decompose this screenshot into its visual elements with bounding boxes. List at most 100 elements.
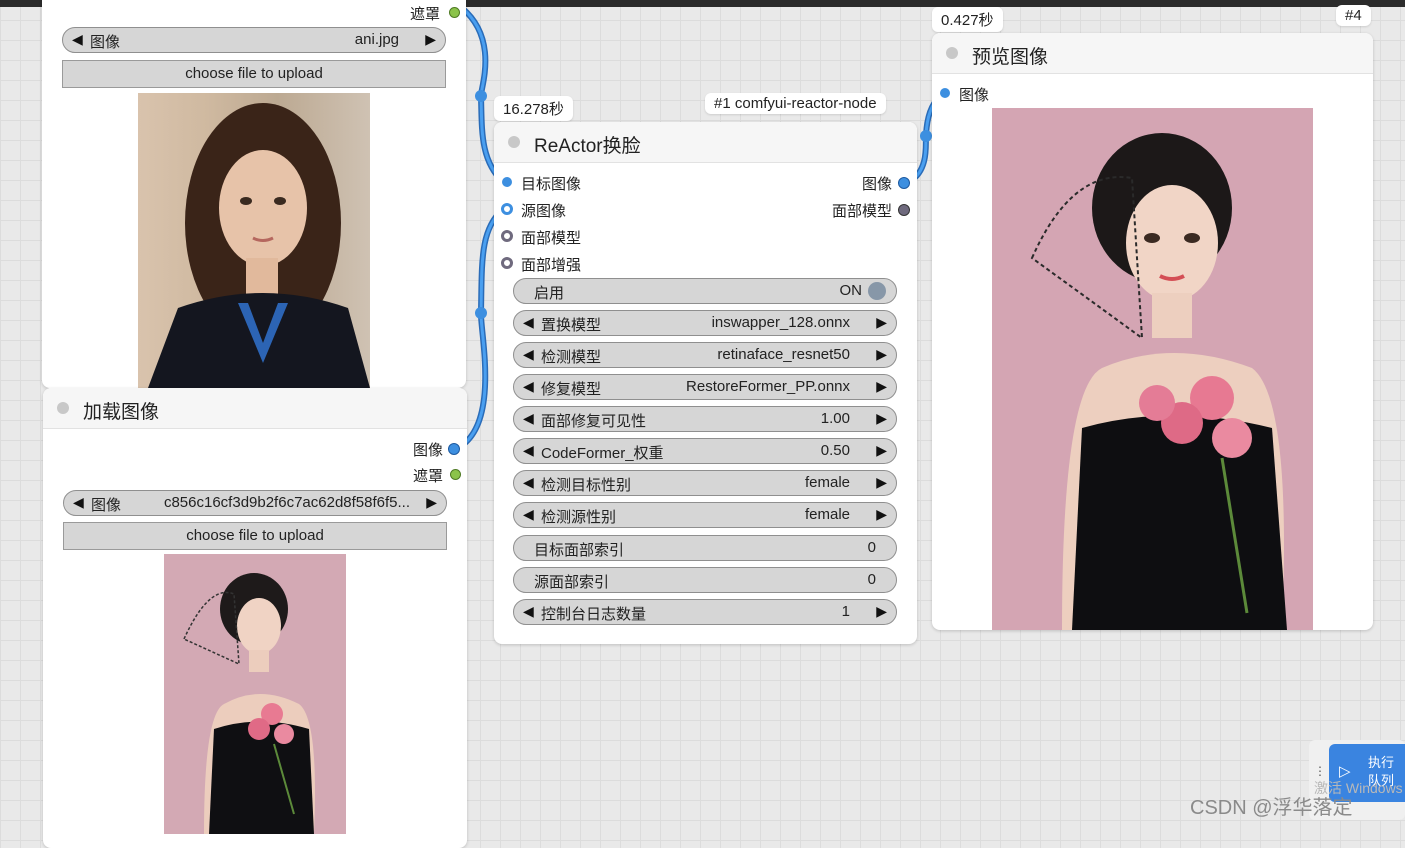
increment-arrow-icon[interactable]: ▶ [876,410,887,427]
image-combo-label: 图像 [90,34,121,51]
output-image-label: 图像 [412,442,443,459]
preview-image-node[interactable]: 预览图像 图像 [932,33,1373,630]
widget-label: CodeFormer_权重 [541,445,664,462]
widget-label: 控制台日志数量 [541,606,647,623]
widget-label: 检测模型 [541,349,602,366]
execution-time-badge: 16.278秒 [494,96,573,121]
target-face-index-field[interactable]: 目标面部索引 0 [513,535,897,561]
decrement-arrow-icon[interactable]: ◀ [523,410,534,427]
node-header[interactable]: 加载图像 [43,388,467,429]
console-log-level-combo[interactable]: ◀ 控制台日志数量 1 ▶ [513,599,897,625]
combo-left-arrow-icon[interactable]: ◀ [523,346,534,363]
widget-value: female [804,474,850,491]
combo-right-arrow-icon[interactable]: ▶ [876,506,887,523]
detect-model-combo[interactable]: ◀ 检测模型 retinaface_resnet50 ▶ [513,342,897,368]
image-combo-value: c856c16cf3d9b2f6c7ac62d8f58f6f5... [163,494,410,511]
widget-label: 修复模型 [541,381,602,398]
execution-time-badge: 0.427秒 [932,7,1003,32]
input-label: 面部增强 [521,257,582,274]
widget-label: 检测目标性别 [541,477,632,494]
collapse-dot[interactable] [946,47,958,59]
widget-value: female [804,506,850,523]
combo-right-arrow-icon[interactable]: ▶ [876,314,887,331]
combo-right-arrow-icon[interactable]: ▶ [876,378,887,395]
wire-reroute-dot [475,90,487,102]
combo-left-arrow-icon[interactable]: ◀ [72,31,83,48]
input-image-slot[interactable] [940,88,950,98]
combo-right-arrow-icon[interactable]: ▶ [876,603,887,620]
widget-value: ON [839,282,863,299]
node-id-badge: #1 comfyui-reactor-node [705,93,886,114]
combo-left-arrow-icon[interactable]: ◀ [73,494,84,511]
widget-label: 面部修复可见性 [541,413,647,430]
output-face-model-slot[interactable] [898,204,910,216]
widget-value: 0 [867,571,876,588]
output-mask-slot[interactable] [450,469,461,480]
combo-right-arrow-icon[interactable]: ▶ [876,346,887,363]
widget-value: 0 [867,539,876,556]
output-mask-label: 遮罩 [409,6,440,23]
combo-left-arrow-icon[interactable]: ◀ [523,314,534,331]
upload-button[interactable]: choose file to upload [63,522,447,550]
output-label: 图像 [861,176,892,193]
image-preview [138,93,370,388]
node-title: 加载图像 [83,402,160,423]
reactor-face-swap-node[interactable]: ReActor换脸 目标图像 源图像 面部模型 面部增强 图像 面部模型 启用 … [494,122,917,644]
widget-value: 1 [841,603,850,620]
decrement-arrow-icon[interactable]: ◀ [523,442,534,459]
image-combo-label: 图像 [91,497,122,514]
toggle-knob[interactable] [868,282,886,300]
widget-label: 目标面部索引 [534,542,625,559]
portrait-illustration [148,103,370,388]
combo-left-arrow-icon[interactable]: ◀ [523,378,534,395]
combo-right-arrow-icon[interactable]: ▶ [426,494,437,511]
output-mask-label: 遮罩 [412,468,443,485]
combo-right-arrow-icon[interactable]: ▶ [425,31,436,48]
csdn-watermark: CSDN @浮华落定 [1190,797,1353,819]
node-header[interactable]: 预览图像 [932,33,1373,74]
load-image-node-1[interactable]: 遮罩 ◀ 图像 ani.jpg ▶ choose file to upload [42,0,466,388]
output-image-slot[interactable] [448,443,460,455]
widget-value: 0.50 [820,442,850,459]
widget-value: inswapper_128.onnx [711,314,850,331]
wire-reroute-dot [920,130,932,142]
swap-model-combo[interactable]: ◀ 置换模型 inswapper_128.onnx ▶ [513,310,897,336]
increment-arrow-icon[interactable]: ▶ [876,442,887,459]
restore-visibility-number[interactable]: ◀ 面部修复可见性 1.00 ▶ [513,406,897,432]
input-face-boost-slot[interactable] [501,257,513,269]
combo-left-arrow-icon[interactable]: ◀ [523,506,534,523]
widget-label: 检测源性别 [541,509,617,526]
image-combo-value: ani.jpg [354,31,399,48]
detect-source-gender-combo[interactable]: ◀ 检测源性别 female ▶ [513,502,897,528]
input-source-image-slot[interactable] [501,203,513,215]
combo-left-arrow-icon[interactable]: ◀ [523,474,534,491]
combo-right-arrow-icon[interactable]: ▶ [876,474,887,491]
input-label: 目标图像 [521,176,582,193]
collapse-dot[interactable] [57,402,69,414]
detect-target-gender-combo[interactable]: ◀ 检测目标性别 female ▶ [513,470,897,496]
output-label: 面部模型 [831,203,892,220]
combo-left-arrow-icon[interactable]: ◀ [523,603,534,620]
input-face-model-slot[interactable] [501,230,513,242]
upload-button[interactable]: choose file to upload [62,60,446,88]
load-image-node-2[interactable]: 加载图像 图像 遮罩 ◀ 图像 c856c16cf3d9b2f6c7ac62d8… [43,388,467,848]
collapse-dot[interactable] [508,136,520,148]
image-combo[interactable]: ◀ 图像 c856c16cf3d9b2f6c7ac62d8f58f6f5... … [63,490,447,516]
source-face-index-field[interactable]: 源面部索引 0 [513,567,897,593]
portrait-illustration [183,573,315,834]
restore-model-combo[interactable]: ◀ 修复模型 RestoreFormer_PP.onnx ▶ [513,374,897,400]
widget-value: RestoreFormer_PP.onnx [686,378,850,395]
image-preview [164,554,346,834]
output-mask-slot[interactable] [449,7,460,18]
image-combo[interactable]: ◀ 图像 ani.jpg ▶ [62,27,446,53]
output-image-preview [992,108,1313,630]
widget-label: 置换模型 [541,317,602,334]
portrait-illustration [1030,133,1287,630]
enable-toggle[interactable]: 启用 ON [513,278,897,304]
input-label: 图像 [959,87,990,104]
output-image-slot[interactable] [898,177,910,189]
node-header[interactable]: ReActor换脸 [494,122,917,163]
input-target-image-slot[interactable] [502,177,512,187]
node-title: 预览图像 [972,47,1049,68]
codeformer-weight-number[interactable]: ◀ CodeFormer_权重 0.50 ▶ [513,438,897,464]
